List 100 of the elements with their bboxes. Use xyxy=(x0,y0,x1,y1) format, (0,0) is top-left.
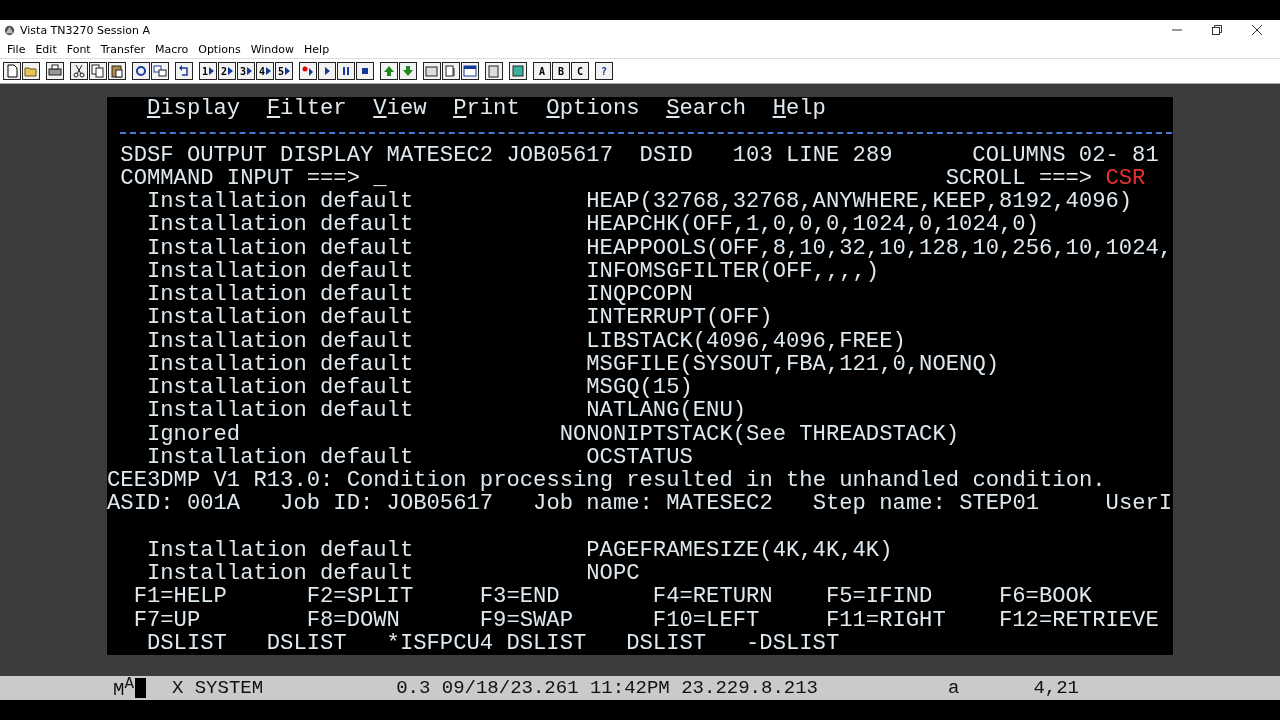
window-list-item[interactable]: -DSLIST xyxy=(746,631,840,655)
runtime-option: PAGEFRAMESIZE(4K,4K,4K) xyxy=(586,538,893,562)
option-source: Installation default xyxy=(146,376,414,400)
window-list-item[interactable]: *ISFPCU4 xyxy=(386,631,494,655)
runtime-option: NOPC xyxy=(586,562,640,586)
scroll-label: SCROLL ===> xyxy=(945,166,1093,190)
menu-item[interactable]: Help xyxy=(299,42,335,56)
command-label: COMMAND INPUT ===> xyxy=(120,166,360,190)
runtime-option: INTERRUPT(OFF) xyxy=(586,306,773,330)
window-list-item[interactable]: DSLIST xyxy=(626,631,707,655)
action-bar-item[interactable]: View xyxy=(373,97,427,121)
session-info: 0.3 09/18/23.261 11:42PM 23.229.8.213 xyxy=(396,677,818,699)
runtime-option: INQPCOPN xyxy=(586,283,693,307)
pf-key-label[interactable]: F1=HELP xyxy=(133,585,227,609)
action-bar-item[interactable]: Search xyxy=(666,97,746,121)
document-icon[interactable] xyxy=(442,62,460,80)
input-mode: a xyxy=(948,677,960,699)
action-bar-item[interactable]: Display xyxy=(146,97,241,121)
session-indicator: M$^{A}$ xyxy=(113,674,134,702)
pf-key-label[interactable]: F8=DOWN xyxy=(306,608,400,632)
option-source: Installation default xyxy=(146,352,414,376)
pf-key-label[interactable]: F6=BOOK xyxy=(998,585,1093,609)
action-bar-item[interactable]: Filter xyxy=(266,97,347,121)
runtime-option: MSGQ(15) xyxy=(586,376,693,400)
window-icon[interactable] xyxy=(461,62,479,80)
menu-item[interactable]: Window xyxy=(245,42,300,56)
copy-icon[interactable] xyxy=(89,62,107,80)
folder-icon[interactable] xyxy=(22,62,40,80)
window-title: Vista TN3270 Session A xyxy=(20,23,151,37)
print-icon[interactable] xyxy=(46,62,64,80)
columns-indicator: COLUMNS 02- 81 xyxy=(972,143,1159,167)
close-icon[interactable] xyxy=(1252,25,1262,35)
runtime-option: LIBSTACK(4096,4096,FREE) xyxy=(586,329,906,353)
command-input-field[interactable]: _ xyxy=(373,166,387,190)
menu-item[interactable]: Options xyxy=(193,42,246,56)
scroll-value[interactable]: CSR xyxy=(1105,166,1146,190)
option-source: Ignored xyxy=(146,422,241,446)
option-source: Installation default xyxy=(146,538,414,562)
option-source: Installation default xyxy=(146,283,414,307)
pf-key-label[interactable]: F7=UP xyxy=(133,608,201,632)
runtime-option: NATLANG(ENU) xyxy=(586,399,746,423)
action-bar-item[interactable]: Options xyxy=(546,97,640,121)
option-source: Installation default xyxy=(146,259,414,283)
runtime-option: HEAPPOOLS(OFF,8,10,32,10,128,10,256,10,1024, xyxy=(586,236,1172,260)
runtime-option: INFOMSGFILTER(OFF,,,,) xyxy=(586,259,880,283)
stop-icon[interactable] xyxy=(356,62,374,80)
help-button[interactable]: ? xyxy=(595,62,613,80)
option-source: Installation default xyxy=(146,562,414,586)
option-source: Installation default xyxy=(146,445,414,469)
menu-item[interactable]: Transfer xyxy=(95,42,150,56)
macro-button[interactable]: 5 xyxy=(275,62,293,80)
key-button[interactable]: C xyxy=(571,62,589,80)
pf-key-label[interactable]: F9=SWAP xyxy=(479,608,573,632)
pause-icon[interactable] xyxy=(337,62,355,80)
play-icon[interactable] xyxy=(318,62,336,80)
option-source: Installation default xyxy=(146,399,414,423)
window-list-item[interactable]: DSLIST xyxy=(146,631,227,655)
pf-key-label[interactable]: F10=LEFT xyxy=(652,608,760,632)
system-status: X SYSTEM xyxy=(171,677,264,699)
option-source: Installation default xyxy=(146,236,414,260)
key-button[interactable]: B xyxy=(552,62,570,80)
key-button[interactable]: A xyxy=(533,62,551,80)
option-source: Installation default xyxy=(146,306,414,330)
undo-icon[interactable] xyxy=(175,62,193,80)
message-line: CEE3DMP V1 R13.0: Condition processing resulted in the unhandled condition. xyxy=(107,469,1106,493)
action-bar-item[interactable]: Print xyxy=(453,97,520,121)
runtime-option: HEAP(32768,32768,ANYWHERE,KEEP,8192,4096) xyxy=(586,190,1133,214)
action-bar-item[interactable]: Help xyxy=(772,97,826,121)
pf-key-label[interactable]: F12=RETRIEVE xyxy=(998,608,1159,632)
option-source: Installation default xyxy=(146,190,414,214)
pf-key-label[interactable]: F4=RETURN xyxy=(652,585,773,609)
macro-button[interactable]: 2 xyxy=(218,62,236,80)
pf-key-label[interactable]: F3=END xyxy=(479,585,560,609)
option-source: Installation default xyxy=(146,213,414,237)
paste-icon[interactable] xyxy=(108,62,126,80)
option-source: Installation default xyxy=(146,329,414,353)
cursor-position: 4,21 xyxy=(1033,677,1079,699)
panel-title: SDSF OUTPUT DISPLAY MATESEC2 JOB05617 DSID 103 LINE 289 xyxy=(120,143,893,167)
restore-icon[interactable] xyxy=(1212,25,1222,35)
menu-item[interactable]: Font xyxy=(61,42,96,56)
runtime-option: HEAPCHK(OFF,1,0,0,0,1024,0,1024,0) xyxy=(586,213,1039,237)
pf-key-label[interactable]: F5=IFIND xyxy=(825,585,933,609)
message-line: ASID: 001A Job ID: JOB05617 Job name: MATESEC2 Step name: STEP01 UserI xyxy=(107,492,1172,516)
new-file-icon[interactable] xyxy=(3,62,21,80)
pf-key-label[interactable]: F2=SPLIT xyxy=(306,585,414,609)
cut-icon[interactable] xyxy=(70,62,88,80)
screen-icon[interactable] xyxy=(423,62,441,80)
record-icon[interactable] xyxy=(299,62,317,80)
window-list-item[interactable]: DSLIST xyxy=(266,631,347,655)
menu-item[interactable]: File xyxy=(2,42,31,56)
menu-item[interactable]: Macro xyxy=(149,42,194,56)
macro-button[interactable]: 3 xyxy=(237,62,255,80)
window-list-item[interactable]: DSLIST xyxy=(506,631,587,655)
macro-button[interactable]: 1 xyxy=(199,62,217,80)
pf-key-label[interactable]: F11=RIGHT xyxy=(825,608,946,632)
macro-button[interactable]: 4 xyxy=(256,62,274,80)
runtime-option: MSGFILE(SYSOUT,FBA,121,0,NOENQ) xyxy=(586,352,999,376)
runtime-option: NONONIPTSTACK(See THREADSTACK) xyxy=(559,422,959,446)
menu-item[interactable]: Edit xyxy=(30,42,62,56)
app-icon xyxy=(3,23,16,37)
